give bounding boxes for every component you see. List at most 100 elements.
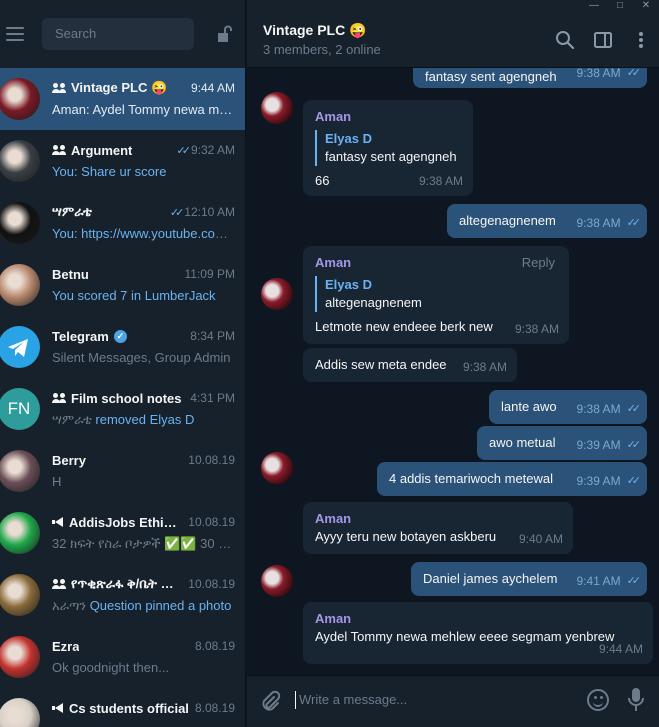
window-controls: — □ ✕ (581, 0, 659, 12)
chat-item-header: Film school notes 4:31 PM (52, 388, 235, 408)
chat-time: 8.08.19 (195, 639, 235, 653)
outgoing-message[interactable]: 4 addis temariwoch metewal 9:39 AM ✓✓ (377, 462, 647, 496)
chat-preview-text: H (52, 474, 62, 489)
outgoing-message[interactable]: Daniel james aychelem 9:41 AM ✓✓ (411, 562, 647, 596)
chat-preview-sender: You: (52, 164, 82, 179)
chat-time: ✓✓ 12:10 AM (170, 205, 235, 219)
hamburger-icon[interactable] (6, 24, 32, 44)
chat-preview-text: removed Elyas D (95, 412, 195, 427)
chat-item-body: የጥቂጽራፋ ቅ/ቤት ተማሪዎች 10.08.19 አራጣን Question p… (52, 574, 245, 616)
read-ticks-icon: ✓✓ (176, 144, 192, 157)
lock-icon[interactable] (214, 24, 234, 44)
chat-list-item[interactable]: FN Film school notes 4:31 PM ሣምራቴ removed E… (0, 378, 245, 440)
chat-preview-text: Ok goodnight then... (52, 660, 170, 675)
sidebar-panel-icon[interactable] (593, 30, 613, 50)
outgoing-message[interactable]: awo metual 9:39 AM ✓✓ (477, 426, 647, 460)
incoming-message[interactable]: Aman Elyas Dfantasy sent agengneh 66 9:38 A… (303, 100, 473, 196)
chat-list-item[interactable]: Berry 10.08.19 H (0, 440, 245, 502)
chat-list-item[interactable]: AddisJobs Ethiopia 10.08.19 32 ክፍት የስራ ቦታዎ… (0, 502, 245, 564)
message-meta: 9:39 AM ✓✓ (576, 472, 642, 490)
message-meta: 9:38 AM (463, 358, 507, 376)
paperclip-icon[interactable] (259, 690, 281, 712)
channel-icon (52, 517, 64, 527)
chat-time-text: 9:44 AM (190, 81, 235, 95)
chat-list-item[interactable]: Cs students official 8.08.19 (0, 688, 245, 727)
read-ticks-icon: ✓✓ (626, 439, 642, 451)
message-input[interactable]: Write a message... (299, 692, 407, 707)
quoted-sender: Elyas D (325, 131, 372, 146)
outgoing-message[interactable]: altegenagnenem 9:38 AM ✓✓ (447, 204, 647, 238)
message-composer: Write a message... (247, 675, 659, 727)
chat-preview-text: https://www.youtube.com/watch (81, 226, 235, 241)
chat-preview-sender: ሣምራቴ (52, 412, 96, 427)
chat-item-body: Berry 10.08.19 H (52, 450, 245, 492)
chat-list-item[interactable]: Betnu 11:09 PM You scored 7 in LumberJack (0, 254, 245, 316)
chat-preview: You: https://www.youtube.com/watch (52, 224, 235, 244)
minimize-icon[interactable]: — (581, 0, 607, 12)
incoming-message[interactable]: Aman Ayyy teru new botayen askberu 9:40 AM (303, 502, 573, 554)
chat-time-text: 8.08.19 (194, 701, 235, 715)
sender-avatar[interactable] (261, 452, 293, 484)
message-sender: Aman (315, 109, 352, 124)
chat-preview: አራጣን Question pinned a photo (52, 596, 235, 616)
avatar (0, 574, 40, 616)
message-history[interactable]: fantasy sent agengneh 9:38 AM ✓✓ Aman Elyas … (247, 68, 659, 675)
chat-preview: You: Share ur score (52, 162, 235, 182)
chat-list-item[interactable]: Argument ✓✓ 9:32 AM You: Share ur score (0, 130, 245, 192)
group-icon (52, 579, 66, 589)
chat-name-text: AddisJobs Ethiopia (69, 514, 183, 530)
reply-button[interactable]: Reply (522, 254, 555, 272)
chat-time-text: 11:09 PM (184, 267, 235, 281)
chat-list-item[interactable]: Vintage PLC 😜 9:44 AM Aman: Aydel Tommy ne… (0, 68, 245, 130)
chat-list-item[interactable]: Telegram ✓ 8:34 PM Silent Messages, Group A… (0, 316, 245, 378)
chat-time: 8.08.19 (195, 701, 235, 715)
chat-name-text: Ezra (52, 638, 80, 654)
search-input[interactable]: Search (42, 18, 194, 50)
avatar (0, 264, 40, 306)
close-icon[interactable]: ✕ (633, 0, 659, 12)
more-vertical-icon[interactable] (631, 30, 651, 50)
outgoing-message[interactable]: lante awo 9:38 AM ✓✓ (489, 390, 647, 424)
message-time: 9:39 AM (576, 474, 621, 488)
outgoing-message[interactable]: fantasy sent agengneh 9:38 AM ✓✓ (413, 68, 647, 88)
maximize-icon[interactable]: □ (607, 0, 633, 12)
chat-list-item[interactable]: የጥቂጽራፋ ቅ/ቤት ተማሪዎች 10.08.19 አራጣን Question p… (0, 564, 245, 626)
chat-time: 10.08.19 (188, 577, 235, 591)
quoted-message[interactable]: Elyas D fantasy sent agengneh (315, 130, 461, 166)
chat-item-header: Vintage PLC 😜 9:44 AM (52, 78, 235, 98)
incoming-message[interactable]: Aman Reply Elyas Daltegenagnenem Letmote ne… (303, 246, 569, 344)
chat-preview: H (52, 472, 235, 492)
chat-preview (52, 720, 235, 727)
avatar (0, 512, 40, 554)
message-sender: Aman (315, 511, 352, 526)
sender-avatar[interactable] (261, 92, 293, 124)
incoming-message[interactable]: Aman Aydel Tommy newa mehlew eeee segmam … (303, 602, 653, 664)
chat-list-sidebar: Search Vintage PLC 😜 9:44 AM Aman: Aydel T… (0, 0, 246, 727)
avatar (0, 698, 40, 727)
quoted-message[interactable]: Elyas D altegenagnenem (315, 276, 557, 312)
chat-name: ሣምራቴ (52, 204, 164, 220)
chat-item-header: Telegram ✓ 8:34 PM (52, 326, 235, 346)
chat-preview: Ok goodnight then... (52, 658, 235, 678)
chat-preview: ሣምራቴ removed Elyas D (52, 410, 235, 430)
read-ticks-icon: ✓✓ (626, 68, 642, 79)
chat-time: 8:34 PM (190, 329, 235, 343)
chat-list-item[interactable]: ሣምራቴ ✓✓ 12:10 AM You: https://www.youtube.c… (0, 192, 245, 254)
search-icon[interactable] (555, 30, 575, 50)
message-meta: 9:38 AM (419, 172, 463, 190)
microphone-icon[interactable] (627, 687, 645, 713)
emoji-icon[interactable] (587, 689, 609, 711)
chat-preview: You scored 7 in LumberJack (52, 286, 235, 306)
chat-item-header: የጥቂጽራፋ ቅ/ቤት ተማሪዎች 10.08.19 (52, 574, 235, 594)
chat-list-item[interactable]: Ezra 8.08.19 Ok goodnight then... (0, 626, 245, 688)
chat-time: 10.08.19 (188, 515, 235, 529)
sender-avatar[interactable] (261, 278, 293, 310)
message-meta: 9:38 AM ✓✓ (577, 68, 642, 82)
message-meta: 9:38 AM ✓✓ (577, 400, 642, 418)
message-meta: 9:38 AM ✓✓ (577, 214, 642, 232)
message-time: 9:38 AM (462, 360, 507, 374)
sender-avatar[interactable] (261, 565, 293, 597)
chat-item-header: Argument ✓✓ 9:32 AM (52, 140, 235, 160)
incoming-message[interactable]: Addis sew meta endee 9:38 AM (303, 348, 517, 382)
chat-time-text: 4:31 PM (190, 391, 235, 405)
